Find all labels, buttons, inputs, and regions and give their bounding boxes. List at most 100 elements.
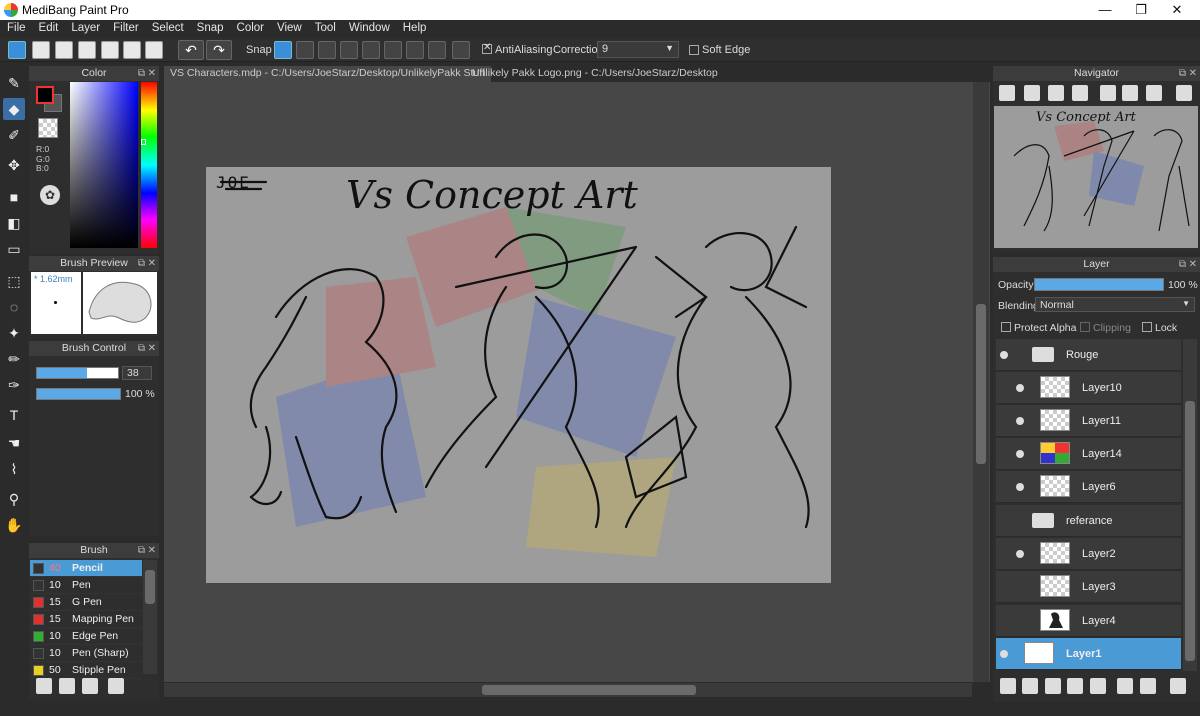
merge-down-icon[interactable] [1140,678,1156,694]
float-icon[interactable]: ⧉ [1179,257,1186,272]
zoom-in-icon[interactable] [999,85,1015,101]
menu-window[interactable]: Window [342,20,396,34]
fit-icon[interactable] [1048,85,1064,101]
antialiasing-checkbox[interactable] [482,42,492,54]
primary-color-swatch[interactable] [36,86,54,104]
transparent-color-swatch[interactable] [38,118,58,138]
layer-row-layer14[interactable]: Layer14 [996,438,1181,470]
scrollbar-thumb[interactable] [976,304,986,464]
brush-item-pen-sharp[interactable]: 10 Pen (Sharp) [30,645,142,662]
layer-row-layer3[interactable]: Layer3 [996,571,1181,603]
menu-snap[interactable]: Snap [190,20,230,34]
blur-tool-icon[interactable]: ⌇ [3,458,25,480]
menu-edit[interactable]: Edit [32,20,65,34]
hand-tool-icon[interactable]: ✋ [3,514,25,536]
eyedropper-icon[interactable]: ⚲ [3,488,25,510]
snap-off-icon[interactable] [274,41,292,59]
scrollbar-thumb[interactable] [1185,401,1195,661]
layer-row-rouge[interactable]: Rouge [996,339,1181,371]
menu-select[interactable]: Select [145,20,190,34]
soft-edge-checkbox[interactable] [689,44,699,57]
maximize-button[interactable]: ❐ [1124,0,1158,20]
tab-vs-characters[interactable]: VS Characters.mdp - C:/Users/JoeStarz/De… [164,66,491,82]
brush-settings-icon[interactable] [108,678,124,694]
select-eraser-icon[interactable]: ✑ [3,374,25,396]
brush-item-mapping-pen[interactable]: 15 Mapping Pen [30,611,142,628]
brush-options-icon[interactable] [82,678,98,694]
rotate-left-icon[interactable] [1100,85,1116,101]
saturation-value-picker[interactable] [70,82,138,248]
shape-tool-icon[interactable]: ■ [3,186,25,208]
canvas-horizontal-scrollbar[interactable] [164,683,972,697]
menu-tool[interactable]: Tool [308,20,342,34]
brush-item-pencil[interactable]: 40 Pencil [30,560,142,577]
protect-alpha-checkbox[interactable] [1001,322,1011,332]
text-tool-icon[interactable]: T [3,404,25,426]
brush-opacity-slider[interactable] [36,388,121,400]
layer-opacity-slider[interactable] [1034,278,1164,291]
comment-icon[interactable] [78,41,96,59]
snap-circle-icon[interactable] [428,41,446,59]
visibility-icon[interactable] [1016,550,1024,558]
zoom-in-icon[interactable] [1024,85,1040,101]
close-icon[interactable]: ✕ [148,66,156,81]
menu-layer[interactable]: Layer [64,20,106,34]
trash-icon[interactable] [1170,678,1186,694]
hue-slider[interactable] [141,82,157,248]
snap-cross-icon[interactable] [318,41,336,59]
grid-icon[interactable] [145,41,163,59]
undo-button[interactable]: ↶ [178,40,204,60]
lasso-icon[interactable]: ◌ [3,296,25,318]
float-icon[interactable]: ⧉ [138,543,145,558]
share-icon[interactable] [32,41,50,59]
brush-size-slider[interactable] [36,367,119,379]
visibility-icon[interactable] [1000,650,1008,658]
brush-item-pen[interactable]: 10 Pen [30,577,142,594]
move-tool-icon[interactable]: ✥ [3,154,25,176]
layer-row-layer10[interactable]: Layer10 [996,372,1181,404]
select-pen-icon[interactable]: ✏ [3,348,25,370]
navigator-thumbnail[interactable]: Vs Concept Art [994,106,1198,248]
eraser-tool-icon[interactable]: ◆ [3,98,25,120]
new-1bit-layer-icon[interactable] [1067,678,1083,694]
new-layer-icon[interactable] [1000,678,1016,694]
visibility-icon[interactable] [1016,384,1024,392]
document-icon[interactable] [101,41,119,59]
menu-file[interactable]: File [0,20,32,34]
duplicate-layer-icon[interactable] [1117,678,1133,694]
visibility-icon[interactable] [1016,483,1024,491]
layer-list-scrollbar[interactable] [1183,339,1197,671]
scrollbar-thumb[interactable] [145,570,155,604]
brush-size-input[interactable]: 38 [122,366,152,380]
menu-view[interactable]: View [270,20,308,34]
drawing-canvas[interactable]: JOE Vs Concept Art [206,167,831,583]
new-8bit-layer-icon[interactable] [1045,678,1061,694]
close-icon[interactable]: ✕ [1189,66,1197,81]
snap-radial-icon[interactable] [362,41,380,59]
snap-vanish-icon[interactable] [340,41,358,59]
zoom-out-icon[interactable] [1072,85,1088,101]
layer-row-layer6[interactable]: Layer6 [996,471,1181,503]
close-icon[interactable]: ✕ [1189,257,1197,272]
close-icon[interactable]: ✕ [148,543,156,558]
menu-filter[interactable]: Filter [106,20,145,34]
palette-icon[interactable]: ✿ [40,185,60,205]
lock-checkbox[interactable] [1142,322,1152,332]
canvas-vertical-scrollbar[interactable] [973,82,989,682]
brush-item-edge-pen[interactable]: 10 Edge Pen [30,628,142,645]
tab-unlikely-pakk-logo[interactable]: Unlikely Pakk Logo.png - C:/Users/JoeSta… [466,66,724,82]
brush-item-g-pen[interactable]: 15 G Pen [30,594,142,611]
rotate-right-icon[interactable] [1146,85,1162,101]
menu-help[interactable]: Help [396,20,433,34]
cloud-icon[interactable] [8,41,26,59]
close-button[interactable]: ✕ [1160,0,1194,20]
magic-wand-icon[interactable]: ✦ [3,322,25,344]
visibility-icon[interactable] [1016,417,1024,425]
fill-tool-icon[interactable]: ◧ [3,212,25,234]
layer-row-layer11[interactable]: Layer11 [996,405,1181,437]
flip-icon[interactable] [1122,85,1138,101]
operation-tool-icon[interactable]: ☚ [3,432,25,454]
snap-settings-icon[interactable] [452,41,470,59]
visibility-icon[interactable] [1016,450,1024,458]
layer-row-layer2[interactable]: Layer2 [996,538,1181,570]
